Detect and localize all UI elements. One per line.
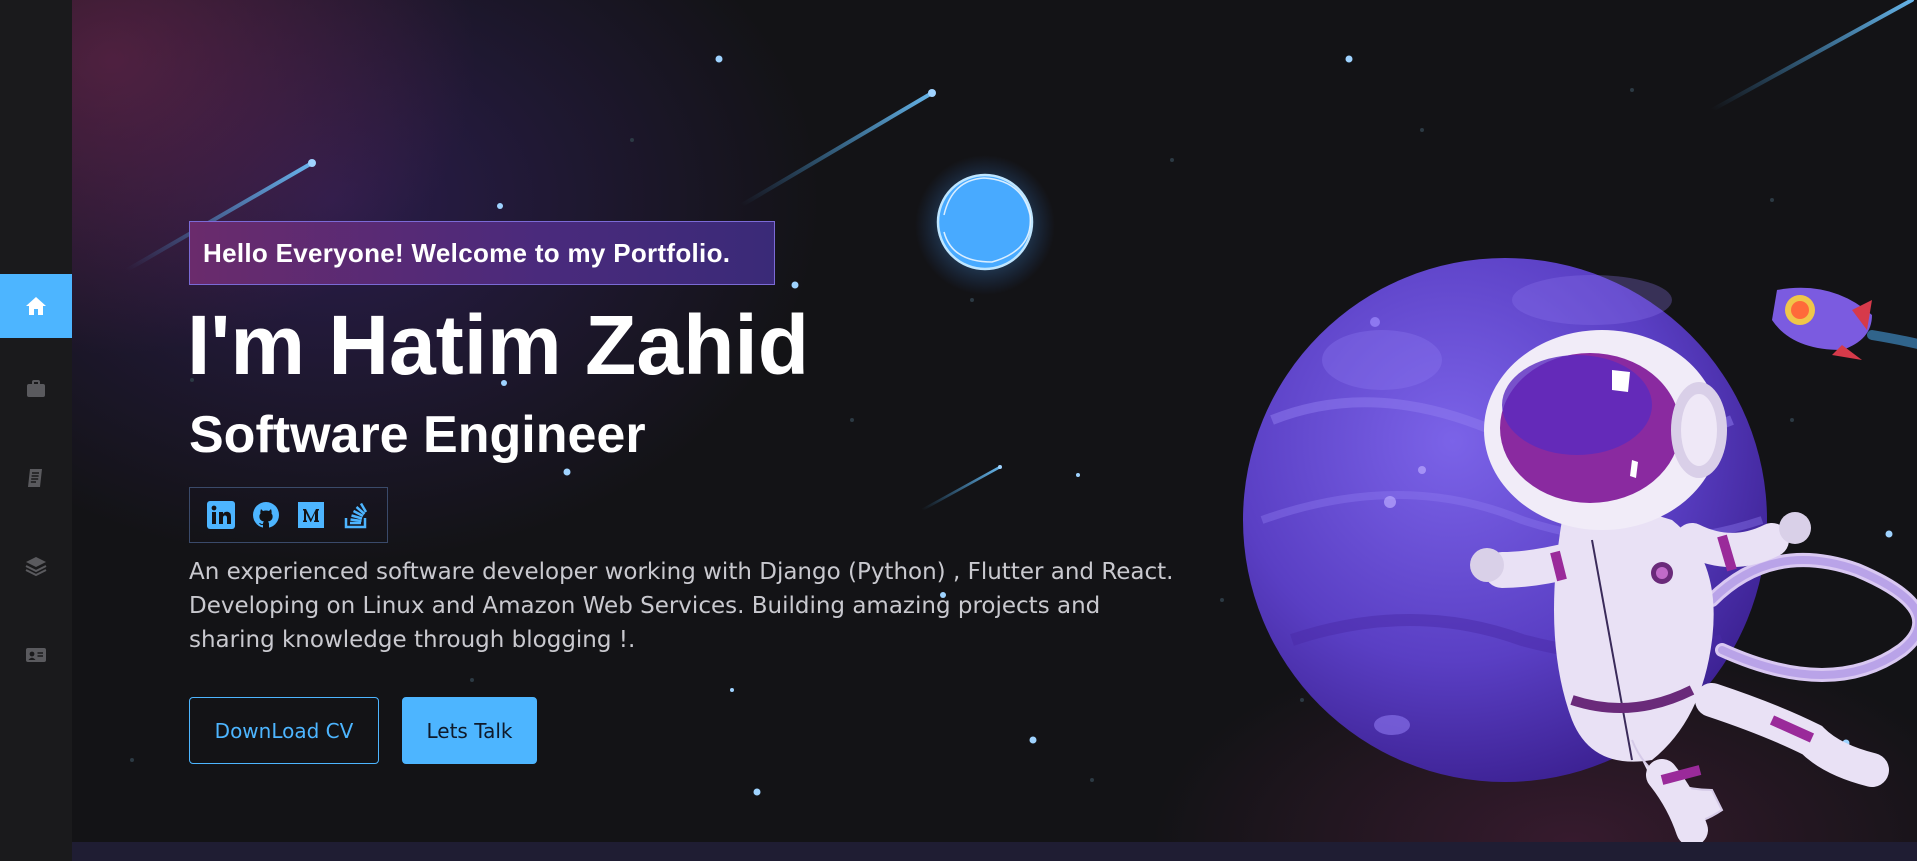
rocket-illustration [1772,287,1917,360]
github-link[interactable] [251,500,281,530]
briefcase-icon [27,380,45,397]
home-icon [26,297,46,315]
stackoverflow-icon [345,502,368,529]
lets-talk-button[interactable]: Lets Talk [402,697,537,764]
sidebar-item-contact[interactable] [0,623,72,687]
download-cv-button[interactable]: DownLoad CV [189,697,379,764]
moon-illustration [915,155,1055,295]
linkedin-icon [206,501,235,529]
hero-section: Hello Everyone! Welcome to my Portfolio.… [72,0,1917,842]
name-heading: I'm Hatim Zahid [187,298,810,392]
medium-link[interactable] [296,500,326,530]
sidebar-item-portfolio[interactable] [0,357,72,421]
stackoverflow-link[interactable] [341,500,371,530]
social-links [189,487,388,543]
github-icon [252,502,279,528]
sidebar-item-skills[interactable] [0,534,72,598]
layers-icon [25,557,47,577]
welcome-badge: Hello Everyone! Welcome to my Portfolio. [189,221,775,285]
linkedin-link[interactable] [206,500,236,530]
sidebar-item-blog[interactable] [0,446,72,510]
contact-card-icon [26,648,46,662]
next-section-edge [72,842,1917,861]
sidebar-item-home[interactable] [0,274,72,338]
bio-description: An experienced software developer workin… [189,559,1174,653]
blog-icon [28,469,42,487]
sidebar [0,0,72,861]
role-heading: Software Engineer [189,406,646,464]
medium-icon [298,502,325,528]
